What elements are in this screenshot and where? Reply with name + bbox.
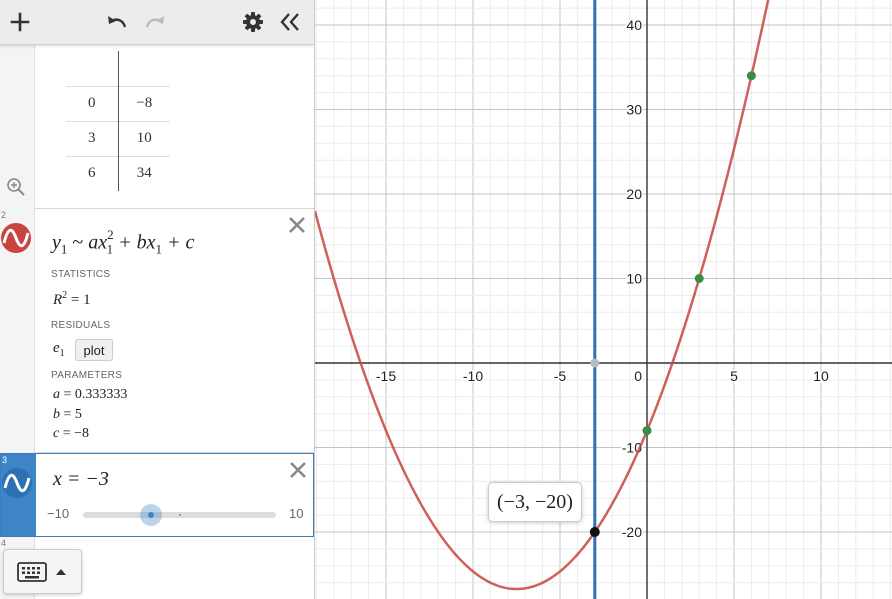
graph-settings-button[interactable] [239,8,267,36]
table-cell-y[interactable]: 10 [118,121,170,156]
table-row: 3 10 [66,121,170,156]
regression-curve [315,0,770,591]
x-tick-label: -10 [463,368,483,384]
x-tick-label: 0 [634,368,642,384]
keyboard-icon [17,562,47,582]
gear-icon [243,12,263,32]
y-tick-label: 40 [626,17,642,33]
expression-input[interactable]: x = −3 [53,468,109,491]
slider-midpoint-tick [178,514,181,516]
delete-expression-button[interactable] [287,459,309,481]
line-color-icon[interactable] [2,468,32,498]
plus-icon [10,12,30,32]
vertical-line-expression[interactable]: 3 x = −3 −10 10 [0,453,314,537]
intersection-point [589,527,600,537]
residuals-label: RESIDUALS [51,320,111,331]
table-row: 6 34 [66,156,170,191]
statistics-label: STATISTICS [51,269,111,280]
point-coordinate-label: (−3, −20) [488,482,582,522]
x-tick-label: -5 [554,368,567,384]
collapse-panel-button[interactable] [276,8,304,36]
table-cell-x[interactable]: 6 [66,156,119,191]
keypad-toggle-button[interactable] [3,549,82,594]
expression-toolbar [0,0,314,45]
expression-number: 3 [2,455,8,465]
slider-max-label[interactable]: 10 [289,506,303,521]
y-tick-label: 10 [626,271,642,287]
x-tick-label: -15 [376,368,396,384]
data-table: 0 −8 3 10 6 34 [66,51,170,191]
parameter-b: b = 5 [53,407,82,422]
add-expression-button[interactable] [6,8,34,36]
y-tick-label: 20 [626,186,642,202]
expression-panel: 0 −8 3 10 6 34 2 y1 ~ ax21 + bx1 + c STA… [0,0,315,599]
caret-up-icon [56,569,66,575]
delete-expression-button[interactable] [286,214,308,236]
expression-gutter-selected: 3 [1,454,36,536]
table-cell-y[interactable]: 34 [118,156,170,191]
residual-variable[interactable]: e1 [53,340,65,359]
table-cell-x[interactable]: 3 [66,121,119,156]
parameters-label: PARAMETERS [51,370,123,381]
y-tick-label: 30 [626,102,642,118]
redo-button[interactable] [141,8,169,36]
expression-gutter: 2 [0,209,35,453]
r-squared-value: R2 = 1 [53,290,91,308]
table-expression[interactable]: 0 −8 3 10 6 34 [0,45,314,209]
undo-icon [108,16,127,28]
plot-residuals-button[interactable]: plot [75,339,113,361]
table-cell-y[interactable]: −8 [118,86,170,121]
double-chevron-left-icon [280,13,299,31]
table-cell-x[interactable]: 0 [66,86,119,121]
undo-button[interactable] [103,8,131,36]
table-row: 0 −8 [66,86,170,121]
expression-number: 2 [1,210,7,220]
data-point [746,71,756,81]
redo-icon [145,16,164,28]
expression-number: 4 [1,538,7,548]
parameter-c: c = −8 [53,426,90,441]
regression-formula[interactable]: y1 ~ ax21 + bx1 + c [52,227,194,258]
slider-min-label[interactable]: −10 [47,506,69,521]
curve-color-icon[interactable] [1,223,31,253]
axis-intercept-point [590,358,600,368]
x-tick-label: 5 [730,368,738,384]
data-point [694,274,704,283]
x-tick-label: 10 [813,368,829,384]
slider-handle[interactable] [139,504,162,526]
parameter-a: a = 0.333333 [53,387,128,402]
graph-canvas[interactable]: -15 -10 -5 0 5 1040302010-10-20 [315,0,892,599]
y-tick-label: -20 [622,524,642,540]
data-point [642,426,652,436]
zoom-fit-icon[interactable] [6,177,26,197]
graph-paper[interactable]: -15 -10 -5 0 5 10 40 30 20 10 -10 -20 (−3, −20) [315,0,892,599]
regression-expression[interactable]: 2 y1 ~ ax21 + bx1 + c STATISTICS R2 = 1 … [0,209,314,453]
